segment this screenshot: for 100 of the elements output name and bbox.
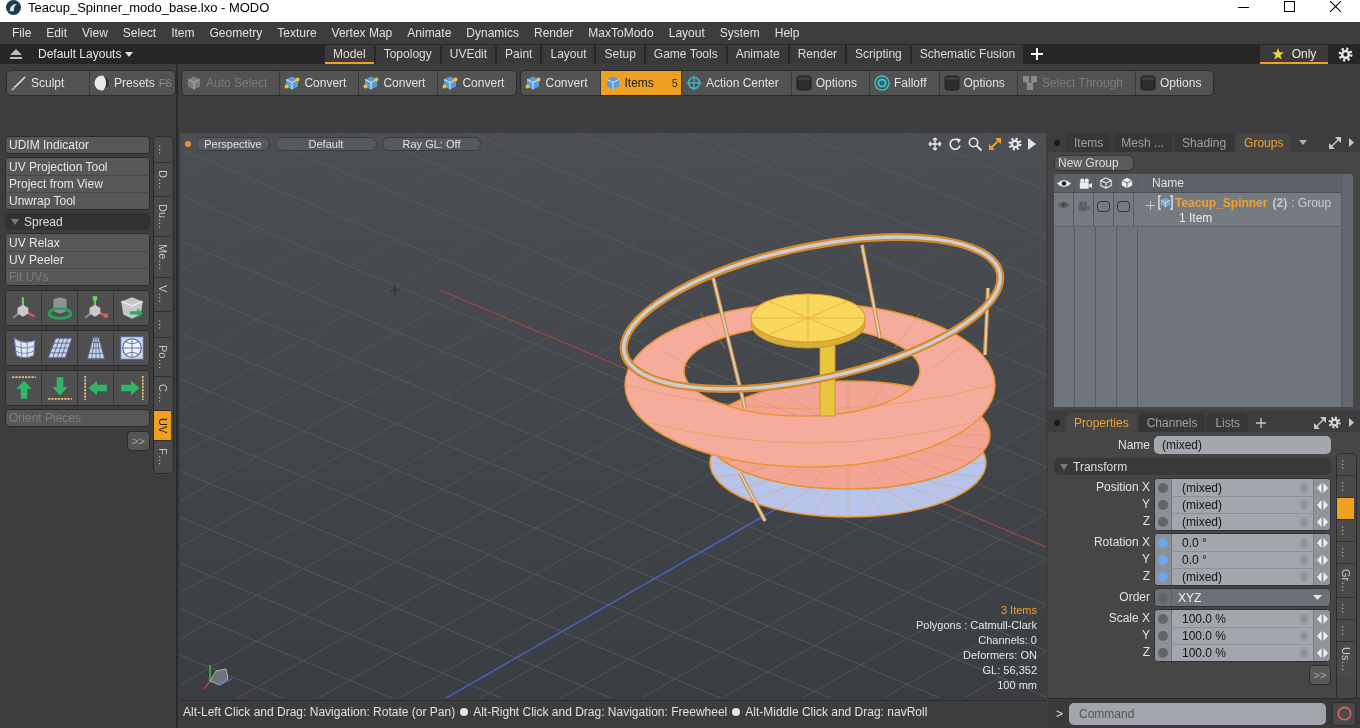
panel-tab[interactable]: Channels: [1138, 413, 1206, 432]
menu-item[interactable]: Edit: [46, 26, 68, 40]
layout-tab[interactable]: Model: [325, 45, 374, 64]
menu-item[interactable]: Dynamics: [466, 26, 519, 40]
section-header[interactable]: Spread: [5, 213, 150, 230]
tool-list-item[interactable]: UV Projection Tool: [6, 158, 149, 175]
expand-plus-icon[interactable]: [1146, 201, 1155, 210]
left-right-arrows-icon[interactable]: [1316, 555, 1328, 565]
value-field[interactable]: (mixed): [1172, 480, 1299, 495]
channel-dot-icon[interactable]: [1158, 482, 1168, 493]
rounded-square-icon[interactable]: [1117, 201, 1130, 212]
diagonal-arrow-icon[interactable]: [988, 137, 1002, 151]
eject-icon[interactable]: [10, 49, 22, 59]
order-dropdown[interactable]: XYZ: [1154, 588, 1331, 607]
channel-dot-icon[interactable]: [1158, 537, 1168, 548]
menu-item[interactable]: MaxToModo: [588, 26, 654, 40]
menu-item[interactable]: System: [719, 26, 760, 40]
side-tab[interactable]: F…: [154, 440, 171, 474]
triangle-right-icon[interactable]: [1349, 138, 1354, 147]
tool-button[interactable]: Convert: [358, 71, 438, 95]
settings-icon[interactable]: [1008, 137, 1022, 151]
viewport-option-button[interactable]: Perspective: [196, 137, 270, 151]
menu-item[interactable]: Render: [534, 26, 574, 40]
new-group-button[interactable]: New Group: [1054, 155, 1134, 171]
left-right-arrows-icon[interactable]: [1316, 572, 1328, 582]
scrollbar[interactable]: [1341, 174, 1353, 407]
left-right-arrows-icon[interactable]: [1316, 500, 1328, 510]
value-field[interactable]: 100.0 %: [1172, 611, 1299, 626]
side-tab[interactable]: [1337, 497, 1354, 519]
value-field[interactable]: 0.0 °: [1172, 535, 1299, 550]
layout-tab[interactable]: Scripting: [847, 45, 910, 64]
panel-tab[interactable]: Groups: [1236, 133, 1292, 152]
favorites-filter-button[interactable]: Only: [1260, 45, 1328, 64]
tool-button[interactable]: Sculpt: [7, 71, 89, 95]
dot-icon[interactable]: [1054, 419, 1060, 426]
magnifier-icon[interactable]: [968, 137, 982, 151]
caret-down-icon[interactable]: [1299, 140, 1308, 145]
layout-tab[interactable]: Layout: [542, 45, 595, 64]
left-right-arrows-icon[interactable]: [1316, 517, 1328, 527]
channel-dot-icon[interactable]: [1158, 631, 1168, 641]
dot-icon[interactable]: [1054, 139, 1060, 146]
menu-item[interactable]: Animate: [407, 26, 452, 40]
tool-button[interactable]: Convert: [521, 71, 600, 95]
tool-icon-button[interactable]: [113, 371, 149, 405]
menu-item[interactable]: File: [12, 26, 32, 40]
tool-icon-button[interactable]: [113, 291, 149, 325]
side-tab[interactable]: UV: [154, 410, 171, 441]
channel-dot-icon[interactable]: [1158, 648, 1168, 658]
expand-icon[interactable]: [1329, 136, 1341, 149]
settings-icon[interactable]: [1328, 416, 1341, 429]
menu-item[interactable]: Item: [171, 26, 195, 40]
rotate-icon[interactable]: [948, 137, 962, 151]
expand-icon[interactable]: [1314, 416, 1326, 429]
panel-tab[interactable]: Shading: [1174, 133, 1235, 152]
command-field[interactable]: Command: [1069, 702, 1326, 725]
tool-list-item[interactable]: Unwrap Tool: [6, 192, 149, 209]
tool-button[interactable]: Convert: [437, 71, 517, 95]
menu-item[interactable]: Help: [774, 26, 800, 40]
layouts-dropdown[interactable]: Default Layouts: [38, 45, 134, 63]
panel-tab[interactable]: Properties: [1066, 413, 1137, 432]
tool-button[interactable]: Items 5: [599, 71, 681, 95]
left-right-arrows-icon[interactable]: [1316, 631, 1328, 641]
layout-tab[interactable]: Render: [789, 45, 846, 64]
cube-outline-icon[interactable]: [1100, 177, 1112, 189]
tool-button[interactable]: Falloff: [869, 71, 939, 95]
tool-button[interactable]: Options: [938, 71, 1017, 95]
tool-button[interactable]: Action Center: [680, 71, 791, 95]
left-right-arrows-icon[interactable]: [1316, 613, 1328, 624]
channel-dot-icon[interactable]: [1158, 613, 1168, 624]
left-right-arrows-icon[interactable]: [1316, 537, 1328, 548]
channel-dot-icon[interactable]: [1158, 572, 1168, 582]
more-button[interactable]: >>: [127, 431, 150, 451]
rounded-square-icon[interactable]: [1097, 201, 1110, 212]
tool-button[interactable]: Presets F6: [89, 71, 171, 95]
tool-list-item[interactable]: Project from View: [6, 175, 149, 192]
left-right-arrows-icon[interactable]: [1316, 482, 1328, 493]
layout-tab[interactable]: Animate: [727, 45, 788, 64]
menu-item[interactable]: Geometry: [209, 26, 263, 40]
menu-item[interactable]: Vertex Map: [331, 26, 393, 40]
name-field[interactable]: (mixed): [1154, 436, 1331, 454]
tool-button[interactable]: Options: [790, 71, 870, 95]
tool-icon-button[interactable]: [113, 331, 149, 365]
viewport-option-button[interactable]: Default: [275, 137, 377, 151]
section-header[interactable]: Transform: [1054, 458, 1331, 475]
tool-button[interactable]: Options: [1135, 71, 1214, 95]
viewport-option-button[interactable]: Ray GL: Off: [382, 137, 481, 151]
menu-item[interactable]: Texture: [277, 26, 317, 40]
panel-tab[interactable]: Items: [1066, 133, 1112, 152]
layout-tab[interactable]: Topology: [375, 45, 440, 64]
layout-tab[interactable]: Schematic Fusion: [911, 45, 1024, 64]
layout-tab[interactable]: UVEdit: [441, 45, 496, 64]
menu-item[interactable]: View: [82, 26, 108, 40]
tool-list-item[interactable]: UDIM Indicator: [5, 136, 150, 154]
menu-item[interactable]: Layout: [668, 26, 705, 40]
panel-tab[interactable]: Lists: [1207, 413, 1249, 432]
channel-dot-icon[interactable]: [1158, 500, 1168, 510]
command-button[interactable]: [1332, 701, 1356, 726]
layout-tab[interactable]: Paint: [497, 45, 541, 64]
layout-tab[interactable]: Setup: [596, 45, 644, 64]
layout-tab[interactable]: Game Tools: [645, 45, 726, 64]
